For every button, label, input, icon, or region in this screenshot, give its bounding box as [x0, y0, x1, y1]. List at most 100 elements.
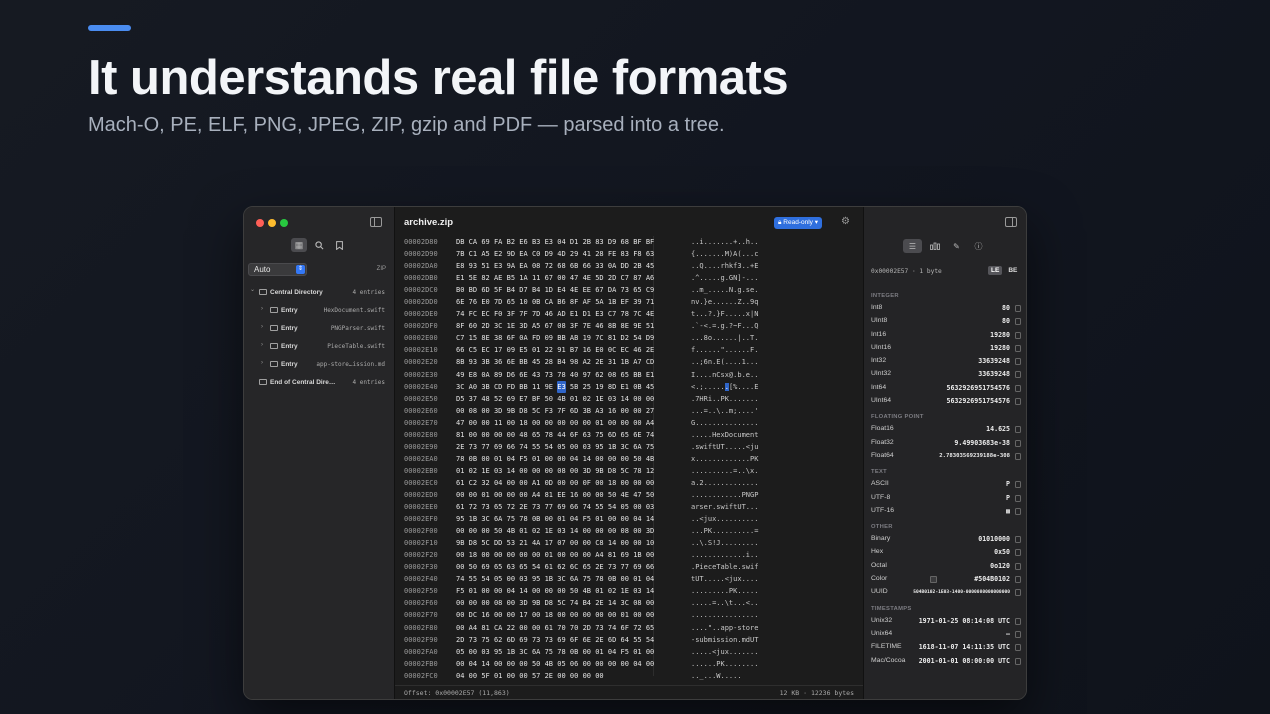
hex-byte[interactable]: 0B [532, 296, 540, 308]
hex-byte[interactable]: 78 [456, 453, 464, 465]
hex-byte[interactable]: 1E [507, 320, 515, 332]
hex-byte[interactable]: 04 [494, 477, 502, 489]
hex-byte[interactable]: 00 [621, 453, 629, 465]
hex-byte[interactable]: 00 [583, 537, 591, 549]
hex-byte[interactable]: 01 [557, 513, 565, 525]
hex-byte[interactable]: 00 [557, 477, 565, 489]
hex-byte[interactable]: 01 [481, 489, 489, 501]
hex-byte[interactable]: F5 [456, 585, 464, 597]
hex-byte[interactable]: 01 [595, 417, 603, 429]
hex-byte[interactable]: 00 [570, 465, 578, 477]
hex-byte[interactable]: 65 [646, 622, 654, 634]
hex-byte[interactable]: 14 [646, 585, 654, 597]
hex-byte[interactable]: 08 [633, 597, 641, 609]
hex-byte[interactable]: 18 [519, 417, 527, 429]
hex-byte[interactable]: 44 [557, 429, 565, 441]
hex-byte[interactable]: 01 [633, 646, 641, 658]
hex-byte[interactable]: 69 [621, 549, 629, 561]
hex-byte[interactable]: 75 [583, 573, 591, 585]
hex-byte[interactable]: 00 [532, 609, 540, 621]
hex-byte[interactable]: 8E [621, 320, 629, 332]
hex-byte[interactable]: 28 [545, 356, 553, 368]
hex-byte[interactable]: D6 [507, 369, 515, 381]
hex-byte[interactable]: 73 [545, 634, 553, 646]
hex-byte[interactable]: 74 [608, 622, 616, 634]
search-icon[interactable] [311, 238, 327, 252]
hex-byte[interactable]: BD [469, 284, 477, 296]
hex-byte[interactable]: 00 [519, 658, 527, 670]
minimize-window-button[interactable] [268, 219, 276, 227]
hex-byte[interactable]: EE [583, 284, 591, 296]
hex-byte[interactable]: 2E [545, 670, 553, 682]
hex-byte[interactable]: 0F [583, 477, 591, 489]
hex-byte[interactable]: 00 [646, 393, 654, 405]
hex-byte[interactable]: 47 [456, 417, 464, 429]
hex-byte[interactable]: E1 [621, 381, 629, 393]
hex-byte[interactable]: 50 [570, 585, 578, 597]
hex-byte[interactable]: 66 [456, 344, 464, 356]
hex-byte[interactable]: 74 [456, 573, 464, 585]
copy-icon[interactable] [1015, 398, 1021, 406]
copy-icon[interactable] [1015, 657, 1021, 665]
hex-byte[interactable]: E0 [595, 344, 603, 356]
hex-byte[interactable]: 00 [456, 658, 464, 670]
hex-byte[interactable]: 3D [583, 465, 591, 477]
hex-byte[interactable]: 01 [532, 453, 540, 465]
hex-byte[interactable]: 00 [469, 597, 477, 609]
hex-byte[interactable]: 00 [633, 537, 641, 549]
hex-byte[interactable]: 74 [519, 441, 527, 453]
hex-byte[interactable]: 78 [621, 308, 629, 320]
hex-byte[interactable]: 72 [633, 622, 641, 634]
hex-byte[interactable]: C8 [595, 537, 603, 549]
hex-byte[interactable]: 02 [583, 393, 591, 405]
hex-byte[interactable]: 00 [608, 417, 616, 429]
hex-byte[interactable]: 0A [519, 332, 527, 344]
hex-byte[interactable]: E7 [519, 393, 527, 405]
hex-byte[interactable]: 00 [545, 465, 553, 477]
hex-byte[interactable]: 6D [570, 405, 578, 417]
hex-byte[interactable]: 00 [481, 405, 489, 417]
hex-byte[interactable]: 4B [557, 393, 565, 405]
hex-byte[interactable]: 65 [583, 561, 591, 573]
hex-byte[interactable]: 00 [481, 525, 489, 537]
hex-byte[interactable]: 6F [570, 634, 578, 646]
tree-row[interactable]: ⌄ Central Directory 4 entries [244, 283, 395, 301]
hex-byte[interactable]: 3B [481, 356, 489, 368]
hex-byte[interactable]: B2 [507, 236, 515, 248]
big-endian-button[interactable]: BE [1005, 266, 1020, 275]
hex-byte[interactable]: 78 [557, 646, 565, 658]
hex-byte[interactable]: 73 [595, 622, 603, 634]
hex-byte[interactable]: 5F [494, 284, 502, 296]
hex-byte[interactable]: D8 [608, 465, 616, 477]
hex-byte[interactable]: 01 [532, 344, 540, 356]
hex-byte[interactable]: 00 [456, 597, 464, 609]
hex-byte[interactable]: 66 [646, 561, 654, 573]
hex-byte[interactable]: 77 [545, 501, 553, 513]
hex-byte[interactable]: DA [608, 284, 616, 296]
hex-byte[interactable]: 69 [557, 501, 565, 513]
bookmark-icon[interactable] [331, 238, 347, 252]
hex-byte[interactable]: A3 [595, 405, 603, 417]
hex-byte[interactable]: 00 [621, 658, 629, 670]
hex-byte[interactable]: 07 [557, 537, 565, 549]
hex-byte[interactable]: 3D [519, 320, 527, 332]
hex-byte[interactable]: 87 [633, 272, 641, 284]
hex-byte[interactable]: 00 [570, 609, 578, 621]
hex-byte[interactable]: 77 [481, 441, 489, 453]
hex-byte[interactable]: 00 [494, 549, 502, 561]
hex-byte[interactable]: 00 [519, 489, 527, 501]
hex-byte[interactable]: 78 [595, 573, 603, 585]
hex-byte[interactable]: 3C [519, 646, 527, 658]
hex-byte[interactable]: EA [519, 260, 527, 272]
hex-byte[interactable]: 00 [557, 417, 565, 429]
hex-byte[interactable]: 73 [469, 634, 477, 646]
hex-byte[interactable]: 00 [532, 465, 540, 477]
hex-byte[interactable]: 8E [481, 332, 489, 344]
hex-byte[interactable]: 9B [595, 465, 603, 477]
hex-byte[interactable]: D8 [469, 537, 477, 549]
hex-byte[interactable]: DC [469, 609, 477, 621]
hex-byte[interactable]: 04 [507, 453, 515, 465]
hex-byte[interactable]: 00 [646, 646, 654, 658]
hex-byte[interactable]: 03 [608, 393, 616, 405]
hex-byte[interactable]: 1E [621, 585, 629, 597]
